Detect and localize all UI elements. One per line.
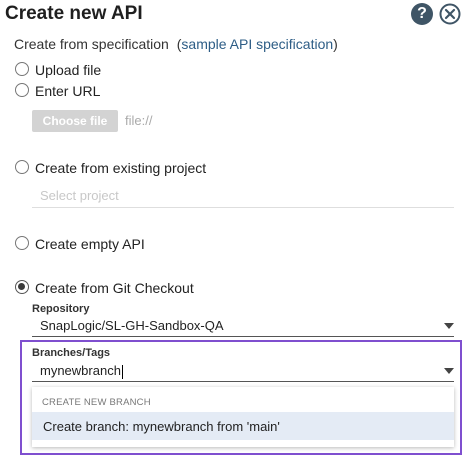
- help-icon[interactable]: ?: [411, 3, 433, 25]
- repository-select[interactable]: SnapLogic/SL-GH-Sandbox-QA: [32, 316, 454, 337]
- upload-file-radio[interactable]: [15, 62, 29, 76]
- text-cursor: [121, 364, 123, 379]
- existing-project-label[interactable]: Create from existing project: [35, 160, 206, 176]
- branches-label: Branches/Tags: [32, 347, 111, 359]
- select-project-dropdown: Select project: [32, 185, 454, 208]
- spec-heading: Create from specification (sample API sp…: [14, 36, 338, 52]
- create-branch-option-label: Create branch: mynewbranch from 'main': [43, 419, 280, 434]
- close-icon[interactable]: [439, 3, 461, 25]
- git-checkout-radio[interactable]: [15, 280, 29, 294]
- dialog-title: Create new API: [5, 3, 143, 24]
- create-branch-option[interactable]: Create branch: mynewbranch from 'main': [32, 412, 454, 440]
- branches-input[interactable]: mynewbranch: [32, 361, 454, 382]
- spec-heading-text: Create from specification: [14, 36, 169, 52]
- spec-close-paren: ): [333, 36, 338, 52]
- branches-dropdown: CREATE NEW BRANCH Create branch: mynewbr…: [32, 387, 454, 447]
- caret-down-icon[interactable]: [444, 323, 454, 329]
- empty-api-radio[interactable]: [15, 236, 29, 250]
- sample-spec-link[interactable]: sample API specification: [181, 36, 333, 52]
- choose-file-button: Choose file: [32, 110, 118, 132]
- url-input-placeholder: file://: [125, 113, 153, 128]
- enter-url-radio[interactable]: [15, 83, 29, 97]
- dropdown-header: CREATE NEW BRANCH: [42, 397, 151, 408]
- caret-down-icon[interactable]: [444, 368, 454, 374]
- enter-url-label[interactable]: Enter URL: [35, 83, 100, 99]
- select-project-placeholder: Select project: [40, 188, 119, 203]
- repository-value: SnapLogic/SL-GH-Sandbox-QA: [40, 318, 224, 333]
- upload-file-label[interactable]: Upload file: [35, 62, 101, 78]
- branches-value: mynewbranch: [40, 363, 123, 379]
- branches-value-text: mynewbranch: [40, 363, 121, 378]
- existing-project-radio[interactable]: [15, 160, 29, 174]
- empty-api-label[interactable]: Create empty API: [35, 236, 145, 252]
- repository-label: Repository: [32, 303, 90, 315]
- git-checkout-label[interactable]: Create from Git Checkout: [35, 280, 194, 296]
